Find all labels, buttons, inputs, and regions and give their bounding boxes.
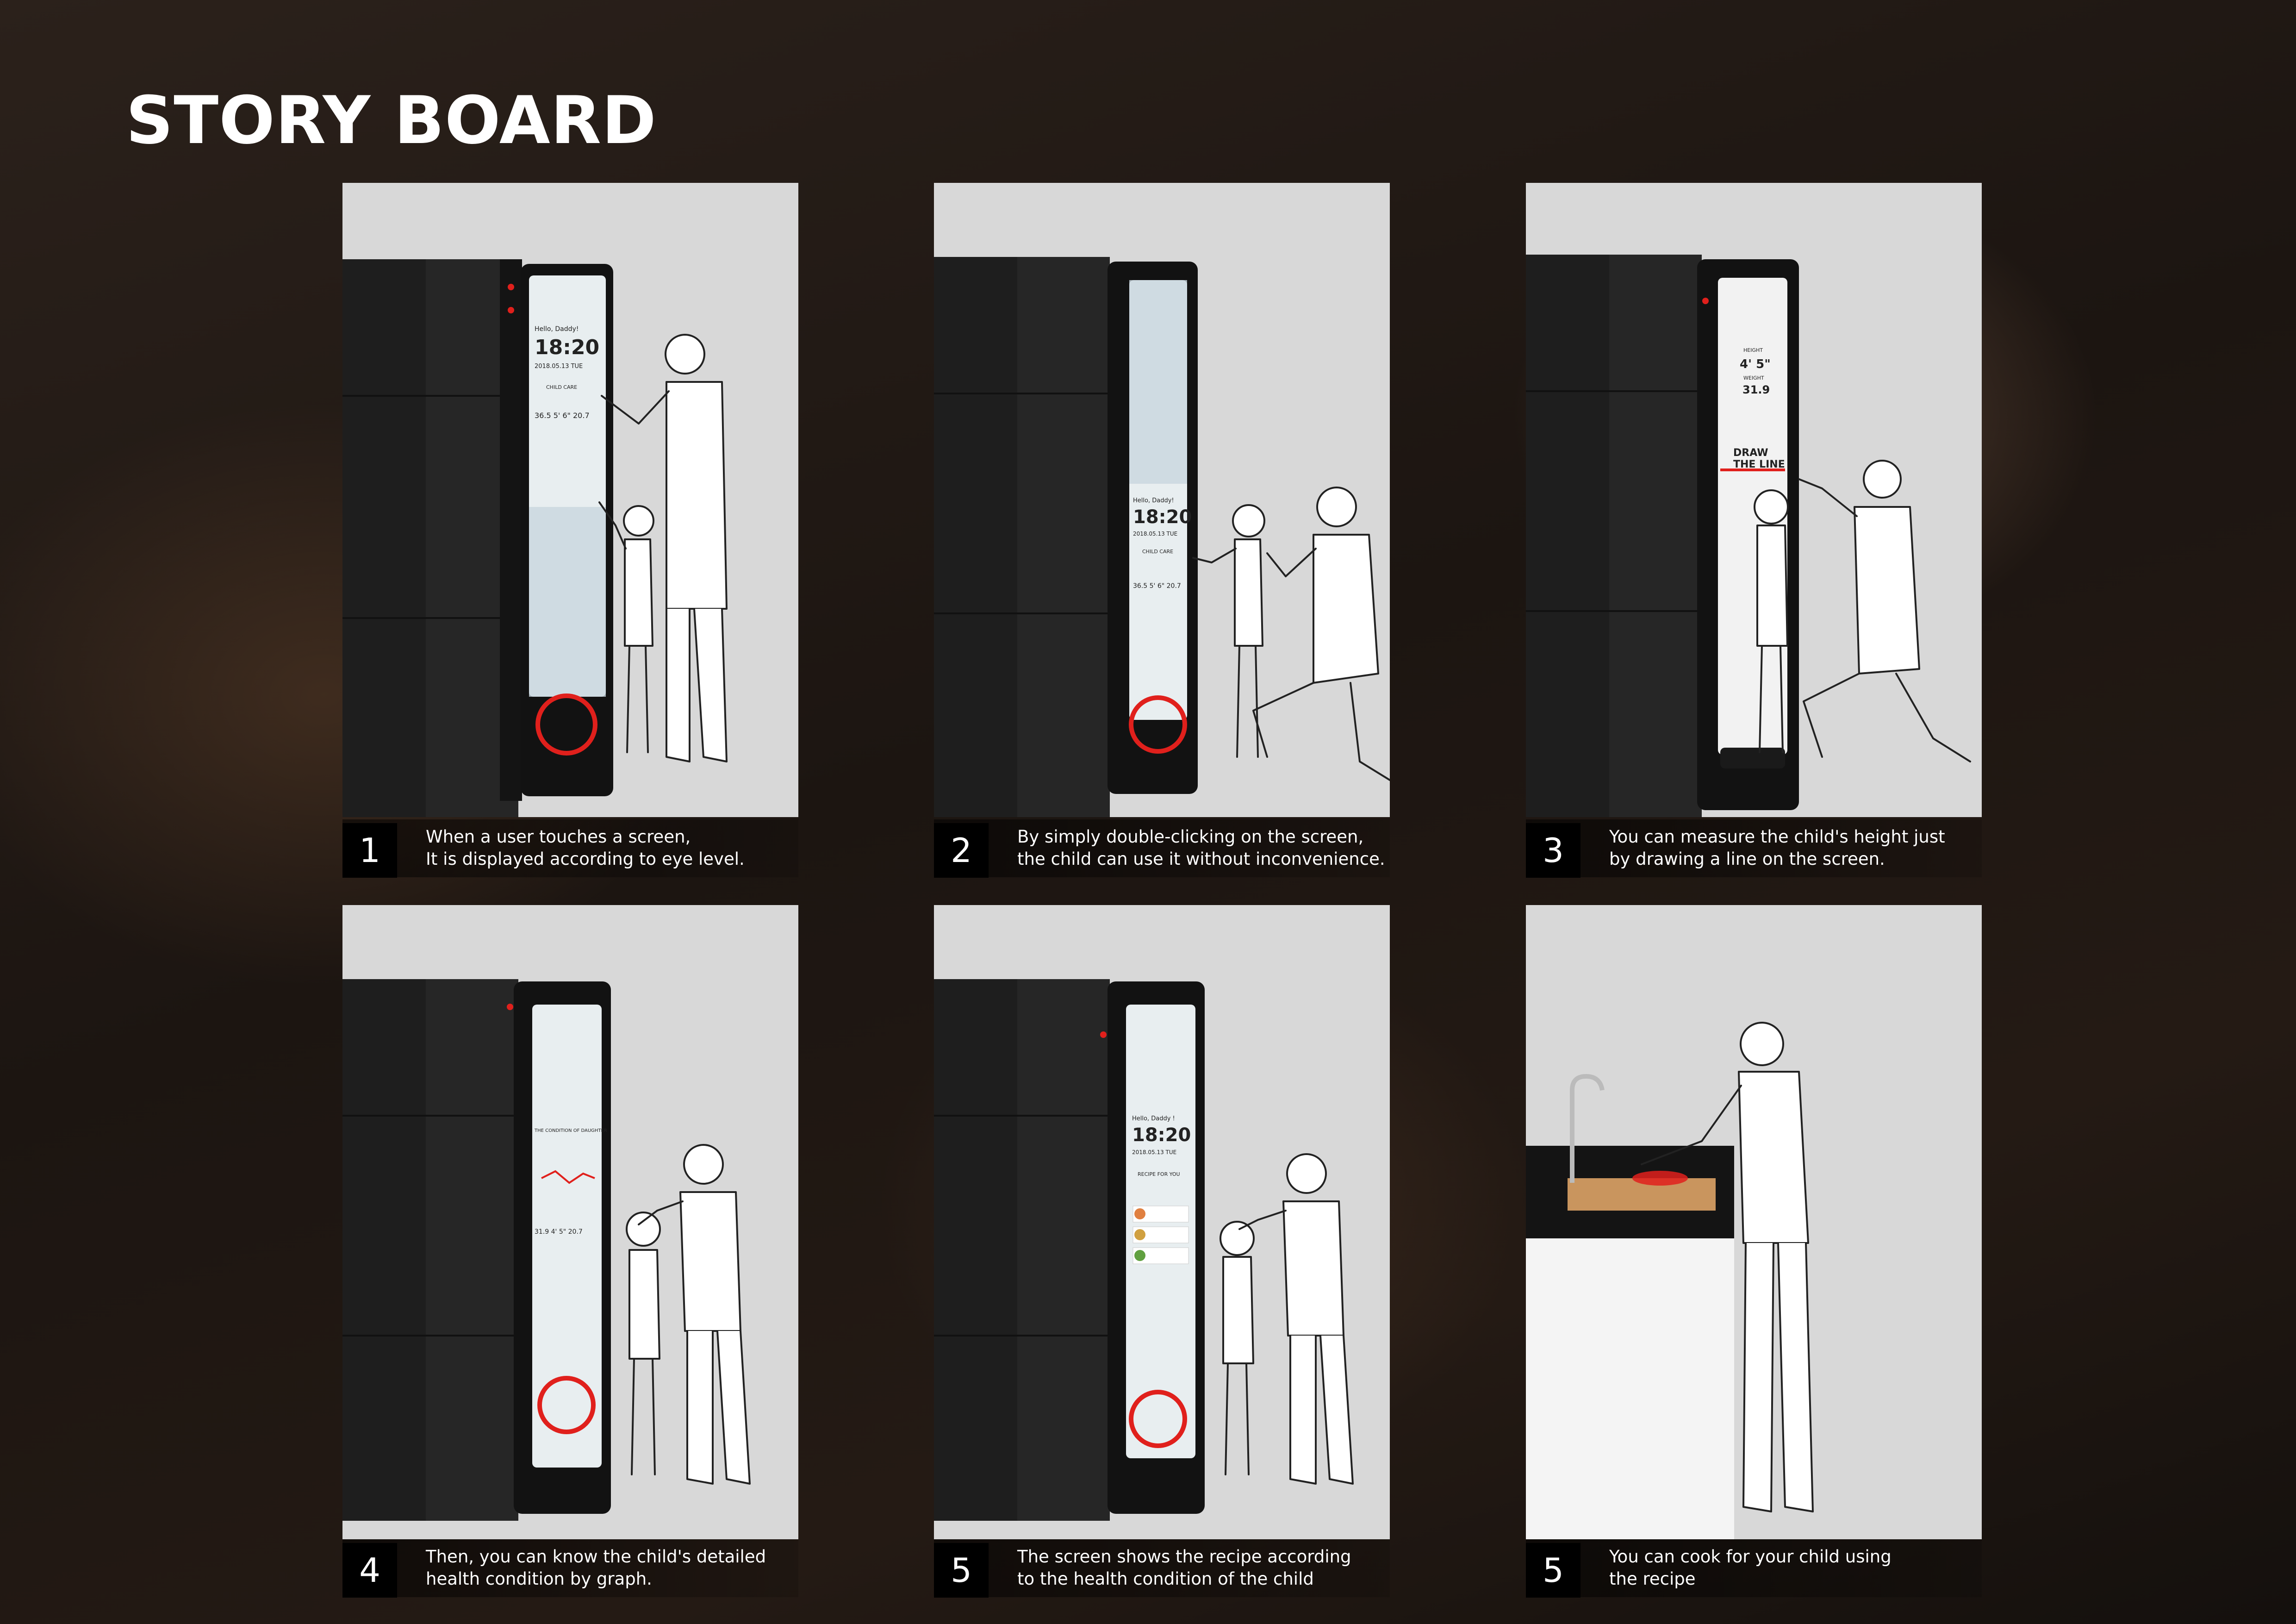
svg-text:HEIGHT: HEIGHT bbox=[1743, 347, 1763, 353]
person-child bbox=[626, 1212, 661, 1475]
caption-text: The screen shows the recipe according to… bbox=[1017, 1547, 1351, 1589]
scene-illustration-4: THE CONDITION OF DAUGHTER 31.9 4' 5" 20.… bbox=[342, 979, 751, 1521]
storyboard-panel-5: Hello, Daddy ! 18:20 2018.05.13 TUE RECI… bbox=[934, 905, 1390, 1539]
person-father bbox=[1798, 460, 1971, 762]
caption-text: When a user touches a screen, It is disp… bbox=[426, 827, 745, 869]
caption-text: You can measure the child's height just … bbox=[1609, 827, 1945, 869]
svg-text:Hello, Daddy!: Hello, Daddy! bbox=[535, 325, 579, 333]
svg-text:36.5 5' 6" 20.7: 36.5 5' 6" 20.7 bbox=[535, 411, 590, 420]
step-number: 2 bbox=[934, 823, 989, 878]
storyboard-panel-6 bbox=[1526, 905, 1982, 1539]
svg-text:18:20: 18:20 bbox=[1132, 1124, 1191, 1146]
svg-text:CHILD CARE: CHILD CARE bbox=[546, 384, 577, 390]
caption-1: 1 When a user touches a screen, It is di… bbox=[342, 819, 798, 878]
step-number: 4 bbox=[342, 1543, 397, 1598]
person-child bbox=[1220, 1221, 1255, 1475]
caption-3: 3 You can measure the child's height jus… bbox=[1526, 819, 1982, 878]
svg-text:Hello, Daddy!: Hello, Daddy! bbox=[1133, 497, 1174, 504]
svg-text:18:20: 18:20 bbox=[535, 336, 599, 359]
svg-text:DRAW: DRAW bbox=[1733, 447, 1768, 459]
svg-text:2018.05.13 TUE: 2018.05.13 TUE bbox=[1132, 1149, 1176, 1156]
svg-text:2018.05.13 TUE: 2018.05.13 TUE bbox=[535, 363, 583, 370]
scene-illustration-6 bbox=[1526, 1022, 1814, 1539]
svg-text:THE LINE: THE LINE bbox=[1733, 459, 1785, 470]
caption-4: 4 Then, you can know the child's detaile… bbox=[342, 1539, 798, 1598]
step-number: 5 bbox=[934, 1543, 989, 1598]
storyboard-panel-4: THE CONDITION OF DAUGHTER 31.9 4' 5" 20.… bbox=[342, 905, 798, 1539]
svg-text:CHILD CARE: CHILD CARE bbox=[1142, 549, 1173, 555]
step-number: 5 bbox=[1526, 1543, 1580, 1598]
storyboard-panel-2: Hello, Daddy! 18:20 2018.05.13 TUE CHILD… bbox=[934, 183, 1390, 817]
svg-text:RECIPE FOR YOU: RECIPE FOR YOU bbox=[1138, 1171, 1180, 1177]
scene-illustration-1: Hello, Daddy! 18:20 2018.05.13 TUE CHILD… bbox=[342, 259, 728, 817]
svg-text:Hello, Daddy !: Hello, Daddy ! bbox=[1132, 1115, 1175, 1122]
person-father bbox=[601, 334, 728, 762]
svg-text:WEIGHT: WEIGHT bbox=[1743, 375, 1764, 381]
scene-illustration-3: HEIGHT 4' 5" WEIGHT 31.9 DRAW THE LINE bbox=[1526, 255, 1971, 817]
page-title: STORY BOARD bbox=[126, 82, 657, 159]
svg-text:18:20: 18:20 bbox=[1133, 506, 1192, 528]
svg-text:31.9: 31.9 bbox=[1742, 383, 1770, 396]
scene-illustration-2: Hello, Daddy! 18:20 2018.05.13 TUE CHILD… bbox=[934, 257, 1390, 817]
person-father bbox=[1238, 1153, 1354, 1485]
svg-text:31.9 4' 5" 20.7: 31.9 4' 5" 20.7 bbox=[535, 1228, 583, 1236]
caption-5: 5 The screen shows the recipe according … bbox=[934, 1539, 1390, 1598]
scene-illustration-5: Hello, Daddy ! 18:20 2018.05.13 TUE RECI… bbox=[934, 979, 1354, 1521]
storyboard-panel-1: Hello, Daddy! 18:20 2018.05.13 TUE CHILD… bbox=[342, 183, 798, 817]
step-number: 1 bbox=[342, 823, 397, 878]
caption-text: By simply double-clicking on the screen,… bbox=[1017, 827, 1385, 869]
svg-text:2018.05.13 TUE: 2018.05.13 TUE bbox=[1133, 531, 1177, 537]
person-child bbox=[1192, 504, 1265, 758]
storyboard-panel-3: HEIGHT 4' 5" WEIGHT 31.9 DRAW THE LINE bbox=[1526, 183, 1982, 817]
caption-2: 2 By simply double-clicking on the scree… bbox=[934, 819, 1390, 878]
person-father bbox=[1252, 487, 1390, 781]
caption-6: 5 You can cook for your child using the … bbox=[1526, 1539, 1982, 1598]
caption-text: You can cook for your child using the re… bbox=[1609, 1547, 1892, 1589]
caption-text: Then, you can know the child's detailed … bbox=[426, 1547, 766, 1589]
svg-text:THE CONDITION OF DAUGHTER: THE CONDITION OF DAUGHTER bbox=[534, 1128, 607, 1133]
step-number: 3 bbox=[1526, 823, 1580, 878]
svg-text:4' 5": 4' 5" bbox=[1740, 357, 1771, 371]
svg-text:36.5 5' 6" 20.7: 36.5 5' 6" 20.7 bbox=[1133, 582, 1181, 590]
